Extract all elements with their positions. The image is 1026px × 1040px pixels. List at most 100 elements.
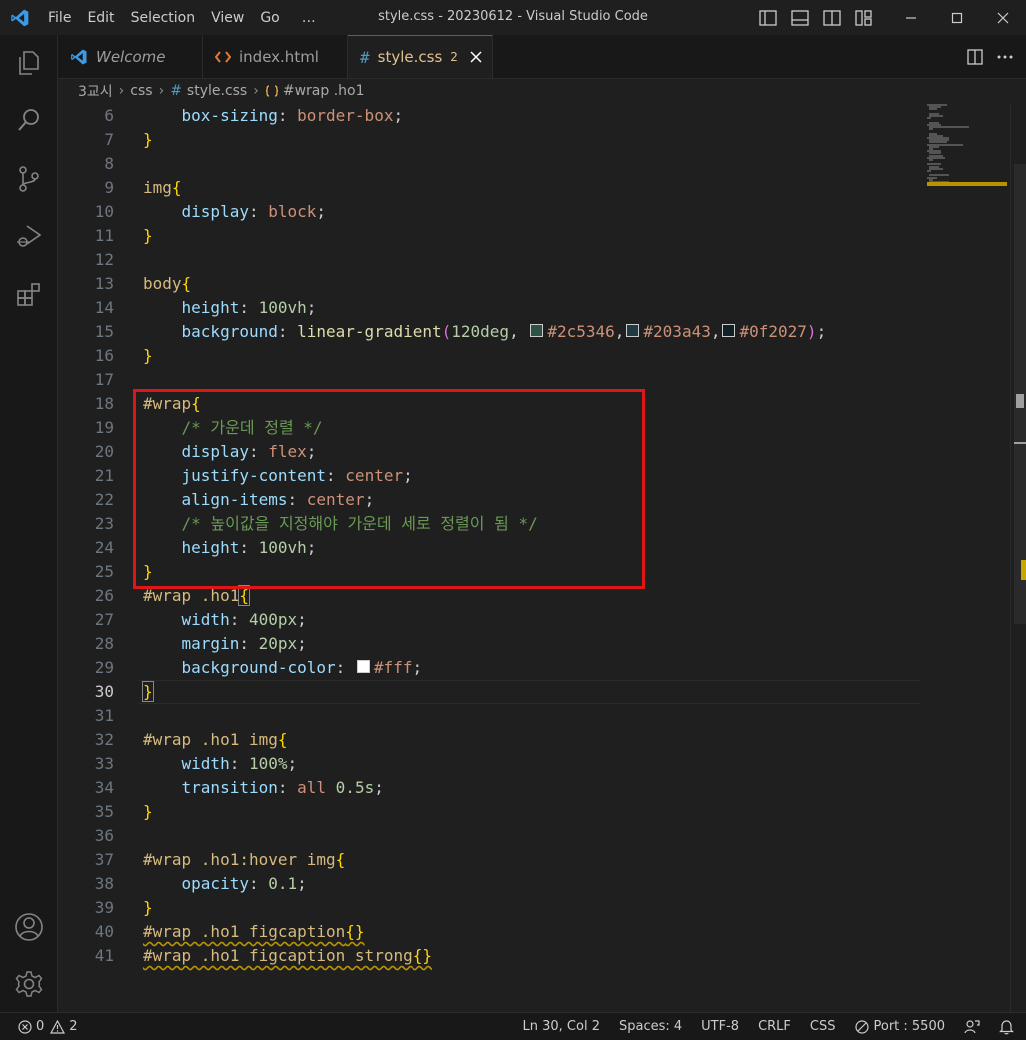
line-ending[interactable]: CRLF bbox=[758, 1019, 791, 1034]
tab-welcome[interactable]: Welcome bbox=[58, 35, 203, 78]
code-line[interactable]: 8 bbox=[58, 152, 920, 176]
code-line[interactable]: 22 align-items: center; bbox=[58, 488, 920, 512]
minimap[interactable] bbox=[925, 104, 1010, 1012]
code-line[interactable]: 17 bbox=[58, 368, 920, 392]
color-swatch[interactable] bbox=[722, 324, 736, 337]
menu-more[interactable]: … bbox=[288, 10, 324, 26]
menu-view[interactable]: View bbox=[203, 10, 252, 26]
code-line[interactable]: 18 #wrap{ bbox=[58, 392, 920, 416]
code-line[interactable]: 7} bbox=[58, 128, 920, 152]
code-token: #wrap .ho1:hover img bbox=[143, 850, 336, 869]
code-line[interactable]: 16} bbox=[58, 344, 920, 368]
code-line[interactable]: 21 justify-content: center; bbox=[58, 464, 920, 488]
toggle-primary-sidebar-icon[interactable] bbox=[752, 9, 784, 26]
code-line[interactable]: 19 /* 가운데 정렬 */ bbox=[58, 416, 920, 440]
encoding[interactable]: UTF-8 bbox=[701, 1019, 739, 1034]
line-number: 40 bbox=[94, 922, 114, 941]
accounts-icon[interactable] bbox=[0, 903, 57, 951]
menu-selection[interactable]: Selection bbox=[123, 10, 204, 26]
notifications-bell-icon[interactable] bbox=[999, 1019, 1014, 1035]
code-line[interactable]: 40 #wrap .ho1 figcaption{} bbox=[58, 920, 920, 944]
code-line[interactable]: 9 img{ bbox=[58, 176, 920, 200]
line-number: 28 bbox=[94, 634, 114, 653]
language-mode[interactable]: CSS bbox=[810, 1019, 836, 1034]
explorer-icon[interactable] bbox=[0, 39, 57, 87]
tab-style-css[interactable]: # style.css 2 bbox=[348, 35, 493, 78]
indentation[interactable]: Spaces: 4 bbox=[619, 1019, 682, 1034]
code-token: background-color bbox=[181, 658, 336, 677]
line-number: 31 bbox=[94, 706, 114, 725]
run-debug-icon[interactable] bbox=[0, 212, 57, 260]
live-server-port[interactable]: Port : 5500 bbox=[854, 1019, 945, 1034]
code-line[interactable]: 29 background-color: #fff; bbox=[58, 656, 920, 680]
code-editor[interactable]: 6 box-sizing: border-box; 7} 8 9 img{10 disp… bbox=[58, 104, 1026, 1012]
code-line[interactable]: 11} bbox=[58, 224, 920, 248]
settings-gear-icon[interactable] bbox=[0, 960, 57, 1008]
minimize-icon[interactable] bbox=[888, 12, 934, 24]
code-token: ; bbox=[306, 298, 317, 317]
code-line[interactable]: 39} bbox=[58, 896, 920, 920]
code-line[interactable]: 38 opacity: 0.1; bbox=[58, 872, 920, 896]
code-line[interactable]: 25} bbox=[58, 560, 920, 584]
color-swatch[interactable] bbox=[356, 660, 370, 673]
code-line[interactable]: 12 bbox=[58, 248, 920, 272]
close-icon[interactable] bbox=[470, 48, 482, 67]
code-line[interactable]: 24 height: 100vh; bbox=[58, 536, 920, 560]
code-line[interactable]: 20 display: flex; bbox=[58, 440, 920, 464]
code-line[interactable]: 26 #wrap .ho1{ bbox=[58, 584, 920, 608]
search-icon[interactable] bbox=[0, 96, 57, 144]
line-number: 24 bbox=[94, 538, 114, 557]
split-editor-icon[interactable] bbox=[960, 48, 990, 65]
code-line[interactable]: 6 box-sizing: border-box; bbox=[58, 104, 920, 128]
code-line[interactable]: 14 height: 100vh; bbox=[58, 296, 920, 320]
code-line[interactable]: 32 #wrap .ho1 img{ bbox=[58, 728, 920, 752]
tab-index-html[interactable]: index.html bbox=[203, 35, 348, 78]
toggle-panel-icon[interactable] bbox=[784, 9, 816, 26]
code-token: all bbox=[297, 778, 327, 797]
breadcrumb-folder[interactable]: 3교시 bbox=[78, 81, 113, 101]
code-text: display: block; bbox=[143, 200, 327, 224]
minimap-line bbox=[929, 128, 933, 131]
menu-go[interactable]: Go bbox=[252, 10, 287, 26]
code-line[interactable]: 37 #wrap .ho1:hover img{ bbox=[58, 848, 920, 872]
code-text: align-items: center; bbox=[143, 488, 375, 512]
code-line[interactable]: 10 display: block; bbox=[58, 200, 920, 224]
problems-indicator[interactable]: 0 2 bbox=[18, 1013, 78, 1040]
menu-bar: File Edit Selection View Go … bbox=[40, 10, 324, 26]
more-actions-icon[interactable] bbox=[990, 55, 1020, 59]
code-line[interactable]: 13 body{ bbox=[58, 272, 920, 296]
code-line[interactable]: 33 width: 100%; bbox=[58, 752, 920, 776]
breadcrumb-folder[interactable]: css bbox=[130, 83, 152, 99]
menu-edit[interactable]: Edit bbox=[79, 10, 122, 26]
customize-layout-icon[interactable] bbox=[848, 9, 880, 26]
vertical-scrollbar[interactable] bbox=[1010, 104, 1026, 1012]
color-swatch[interactable] bbox=[530, 324, 544, 337]
code-line[interactable]: 27 width: 400px; bbox=[58, 608, 920, 632]
code-line[interactable]: 15 background: linear-gradient(120deg, #… bbox=[58, 320, 920, 344]
code-line[interactable]: 30} bbox=[58, 680, 920, 704]
breadcrumb-symbol[interactable]: #wrap .ho1 bbox=[283, 83, 365, 99]
extensions-icon[interactable] bbox=[0, 271, 57, 319]
feedback-icon[interactable] bbox=[964, 1019, 980, 1035]
code-line[interactable]: 28 margin: 20px; bbox=[58, 632, 920, 656]
cursor-position[interactable]: Ln 30, Col 2 bbox=[523, 1019, 600, 1034]
color-swatch[interactable] bbox=[626, 324, 640, 337]
source-control-icon[interactable] bbox=[0, 155, 57, 203]
code-line[interactable]: 23 /* 높이값을 지정해야 가운데 세로 정렬이 됨 */ bbox=[58, 512, 920, 536]
vscode-logo-icon[interactable] bbox=[0, 0, 40, 35]
code-text: #wrap .ho1 figcaption strong{} bbox=[143, 944, 432, 968]
code-token: center bbox=[306, 490, 365, 509]
code-line[interactable]: 41 #wrap .ho1 figcaption strong{} bbox=[58, 944, 920, 968]
close-window-icon[interactable] bbox=[980, 12, 1026, 24]
code-token: 100vh bbox=[258, 538, 307, 557]
code-line[interactable]: 34 transition: all 0.5s; bbox=[58, 776, 920, 800]
line-number: 10 bbox=[94, 202, 114, 221]
menu-file[interactable]: File bbox=[40, 10, 79, 26]
breadcrumb-file[interactable]: style.css bbox=[187, 83, 247, 99]
code-line[interactable]: 36 bbox=[58, 824, 920, 848]
code-line[interactable]: 35} bbox=[58, 800, 920, 824]
code-line[interactable]: 31 bbox=[58, 704, 920, 728]
maximize-icon[interactable] bbox=[934, 12, 980, 24]
toggle-secondary-sidebar-icon[interactable] bbox=[816, 9, 848, 26]
